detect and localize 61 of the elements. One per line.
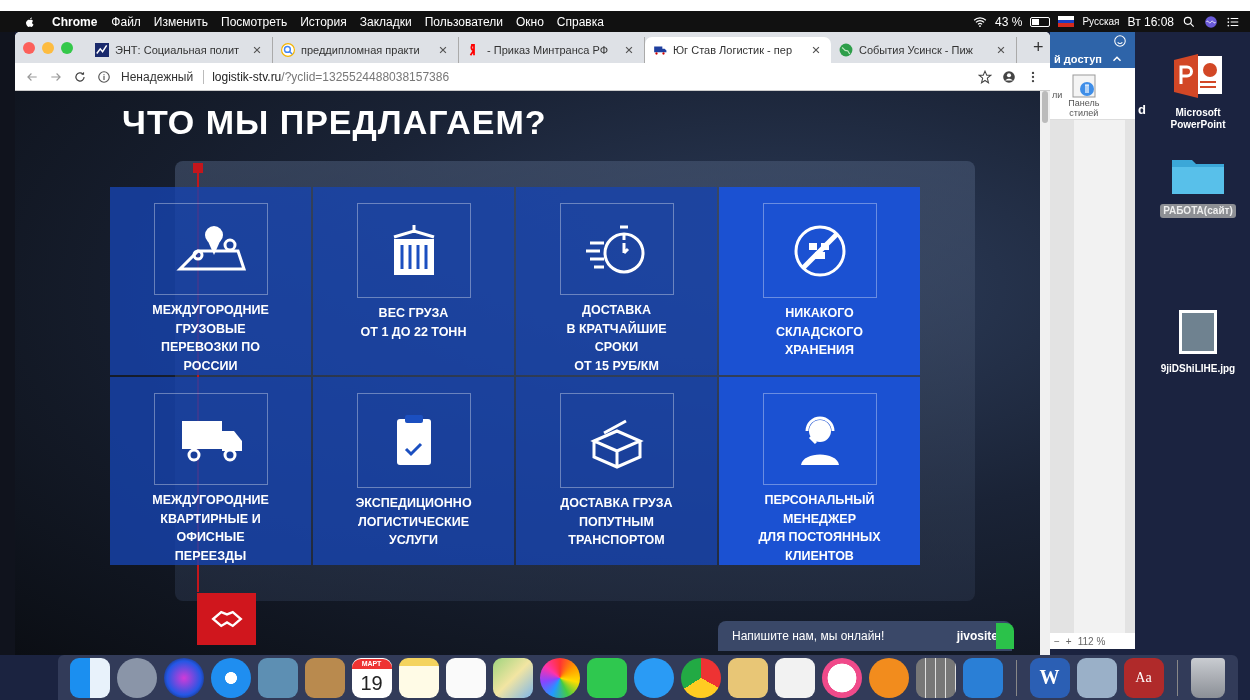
chat-widget[interactable]: Напишите нам, мы онлайн! jivosite (718, 621, 1012, 651)
document-app-icon[interactable]: W (1029, 657, 1070, 698)
app-menu[interactable]: Chrome (52, 14, 98, 29)
browser-tab[interactable]: Юг Став Логистик - пер (645, 37, 831, 63)
siri-icon[interactable] (1204, 14, 1218, 29)
address-field[interactable]: logistik-stv.ru/?yclid=1325524488038157386 (203, 69, 968, 84)
menu-item[interactable]: Закладки (359, 14, 412, 29)
menu-item[interactable]: Пользователи (424, 14, 503, 29)
service-title: МЕЖДУГОРОДНИЕ КВАРТИРНЫЕ И ОФИСНЫЕ ПЕРЕЕЗДЫ (152, 492, 269, 565)
styles-pane-button[interactable]: Панель стилей (1068, 74, 1100, 118)
service-title: ДОСТАВКА ГРУЗА ПОПУТНЫМ ТРАНСПОРТОМ (560, 495, 673, 549)
ribbon-label: ли (1052, 90, 1063, 100)
browser-tab[interactable]: События Усинск - Пиж (831, 37, 1017, 63)
scrollbar-thumb[interactable] (1042, 91, 1048, 123)
menu-item[interactable]: Изменить (153, 14, 208, 29)
smiley-icon[interactable] (1113, 34, 1127, 48)
chart-favicon-icon (95, 43, 109, 57)
flag-icon[interactable] (1058, 16, 1075, 27)
zoom-level: 112 % (1077, 635, 1106, 647)
menu-item[interactable]: История (300, 14, 347, 29)
account-icon[interactable] (1002, 69, 1016, 84)
service-title: НИКАКОГО СКЛАДСКОГО ХРАНЕНИЯ (776, 305, 863, 359)
zoom-in-button[interactable]: + (1065, 635, 1072, 647)
notepad-icon[interactable] (398, 657, 439, 698)
menu-item[interactable]: Посмотреть (221, 14, 288, 29)
new-tab-button[interactable]: + (1027, 36, 1050, 59)
section-heading: ЧТО МЫ ПРЕДЛАГАЕМ? (122, 103, 548, 142)
file-label[interactable]: Microsoft PowerPoint (1167, 106, 1229, 132)
browser-tab[interactable]: преддипломная практи (273, 37, 459, 63)
menu-item[interactable]: Окно (515, 14, 544, 29)
photo-placeholder[interactable] (1178, 310, 1217, 354)
search-favicon-icon (281, 43, 295, 57)
security-label[interactable]: Ненадежный (121, 69, 194, 84)
handshake-button[interactable] (197, 593, 256, 645)
timeline-marker (193, 163, 203, 173)
search-icon[interactable] (1182, 14, 1196, 29)
service-title: ПЕРСОНАЛЬНЫЙ МЕНЕДЖЕР ДЛЯ ПОСТОЯННЫХ КЛИЕНТОВ (758, 491, 881, 565)
battery-icon[interactable] (1030, 16, 1051, 27)
service-title: ВЕС ГРУЗА ОТ 1 ДО 22 ТОНН (360, 305, 467, 341)
menu-item[interactable]: Справка (556, 14, 604, 29)
zoom-out-button[interactable]: − (1054, 635, 1060, 647)
window-text: d (1138, 102, 1146, 117)
info-icon[interactable] (97, 69, 111, 84)
file-label[interactable]: 9jiDShiLIHE.jpg (1157, 362, 1239, 376)
globe-favicon-icon (839, 43, 853, 57)
reload-icon[interactable] (73, 69, 87, 84)
menu-clock[interactable]: Вт 16:08 (1127, 14, 1174, 29)
wifi-icon[interactable] (973, 14, 988, 29)
battery-percent: 43 % (995, 14, 1023, 29)
service-title: ДОСТАВКА В КРАТЧАЙШИЕ СРОКИ ОТ 15 РУБ/КМ (566, 302, 667, 375)
star-icon[interactable] (978, 69, 992, 84)
input-source[interactable]: Русская (1082, 16, 1120, 27)
menu-item[interactable]: Файл (111, 14, 141, 29)
service-title: МЕЖДУГОРОДНИЕ ГРУЗОВЫЕ ПЕРЕВОЗКИ ПО РОССИИ (152, 302, 269, 375)
dictionary-icon[interactable]: Aa (1123, 657, 1164, 698)
flower-icon[interactable] (539, 657, 580, 698)
browser-tab[interactable]: ЭНТ: Социальная полит (87, 37, 273, 63)
trash-icon[interactable] (1190, 657, 1225, 698)
service-title: ЭКСПЕДИЦИОННО ЛОГИСТИЧЕСКИЕ УСЛУГИ (355, 495, 472, 549)
pilcrow-icon (1071, 74, 1096, 98)
spreadsheet-icon[interactable] (915, 657, 956, 698)
